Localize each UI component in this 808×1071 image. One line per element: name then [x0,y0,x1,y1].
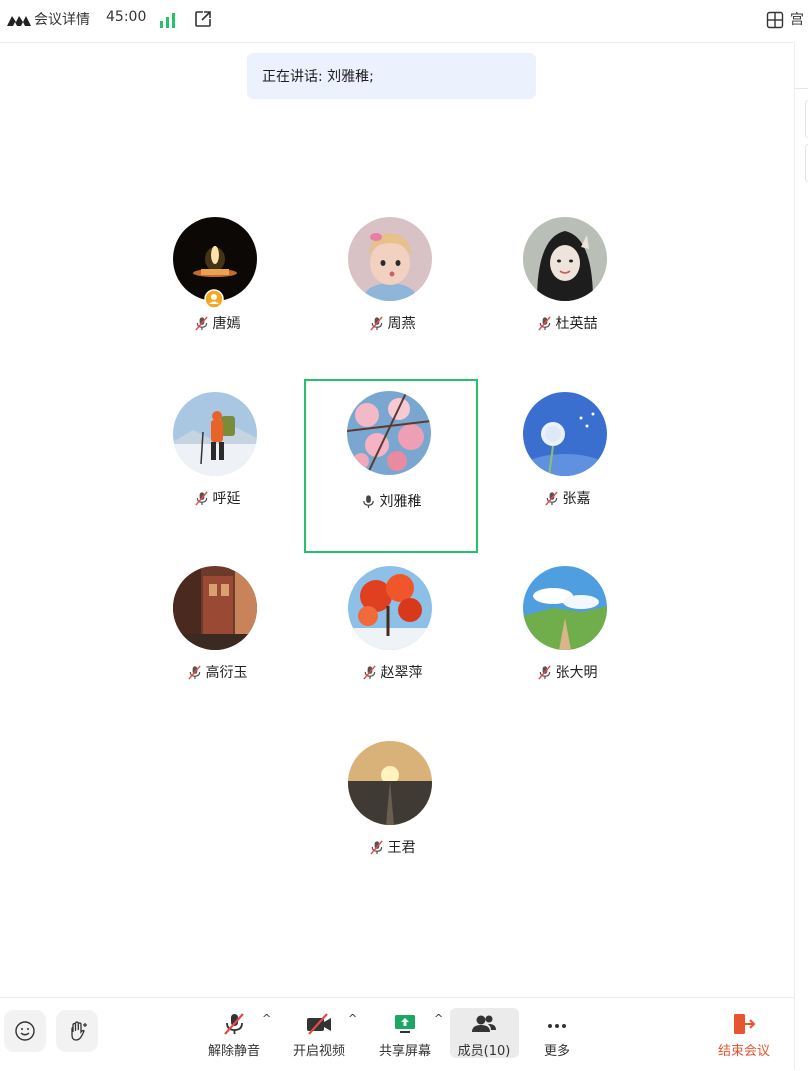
top-bar: 会议详情 45:00 宫 [0,0,808,43]
unmute-label: 解除静音 [207,1044,260,1059]
participant-tile[interactable]: 张大明 [480,528,654,702]
participant-name-text: 王君 [387,840,416,856]
participant-name-text: 高衍玉 [205,665,248,681]
grid-layout-icon[interactable] [766,11,784,29]
participant-tile-active-speaker[interactable]: 刘雅稚 [304,379,478,553]
participant-name: 张大明 [480,662,654,682]
mic-muted-icon [369,840,384,855]
participant-tile[interactable]: 王君 [305,703,479,877]
avatar [347,391,431,475]
raise-hand-icon [71,1021,87,1041]
video-off-icon [307,1013,331,1035]
mic-active-icon [361,494,376,509]
participant-name: 杜英喆 [480,313,654,333]
side-panel-edge [794,42,808,1070]
share-screen-icon [395,1015,415,1033]
share-screen-label: 共享屏幕 [378,1044,431,1059]
emoji-icon [15,1021,35,1041]
participant-name: 王君 [305,837,479,857]
audio-options-caret[interactable]: ^ [262,1012,271,1025]
bottom-toolbar: 解除静音 ^ 开启视频 ^ 共享屏幕 ^ 成员(10) 更多 结束会议 [0,997,794,1071]
signal-strength-icon[interactable] [158,12,176,28]
host-badge-icon [204,289,224,309]
exit-icon [734,1014,756,1034]
participant-name: 唐嫣 [130,313,304,333]
participant-name-text: 杜英喆 [555,316,598,332]
avatar [523,217,607,301]
avatar [173,566,257,650]
participant-name: 张嘉 [480,488,654,508]
mic-muted-icon [194,316,209,331]
participant-tile[interactable]: 高衍玉 [130,528,304,702]
meeting-info-link[interactable]: 会议详情 [34,9,90,29]
members-label: 成员(10) [457,1044,511,1059]
layout-button-label[interactable]: 宫 [790,9,804,29]
app-logo-icon [7,16,31,26]
mic-muted-icon [187,665,202,680]
mic-muted-icon [544,491,559,506]
participant-name-text: 赵翠萍 [380,665,423,681]
side-panel-divider [794,88,808,89]
mic-muted-icon [369,316,384,331]
participant-name-text: 张大明 [555,665,598,681]
participant-tile[interactable]: 唐嫣 [130,179,304,353]
participant-tile[interactable]: 张嘉 [480,354,654,528]
more-label: 更多 [543,1044,570,1059]
avatar [523,392,607,476]
participant-name: 赵翠萍 [305,662,479,682]
end-meeting-label: 结束会议 [717,1044,770,1059]
avatar [348,741,432,825]
meeting-timer: 45:00 [106,9,147,25]
participant-name: 刘雅稚 [304,491,478,511]
mic-muted-icon [224,1013,244,1035]
popout-icon[interactable] [194,10,212,28]
avatar [348,217,432,301]
reaction-button[interactable] [4,1010,46,1052]
start-video-button[interactable]: 开启视频 [291,1012,347,1060]
participant-name-text: 唐嫣 [212,316,241,332]
start-video-label: 开启视频 [292,1044,345,1059]
participant-name: 呼延 [130,488,304,508]
mic-muted-icon [194,491,209,506]
participant-name-text: 呼延 [212,491,241,507]
participant-name-text: 张嘉 [562,491,591,507]
mic-muted-icon [362,665,377,680]
participant-tile[interactable]: 杜英喆 [480,179,654,353]
unmute-button[interactable]: 解除静音 [206,1012,262,1060]
avatar [173,392,257,476]
video-options-caret[interactable]: ^ [348,1012,357,1025]
participant-name-text: 周燕 [387,316,416,332]
members-icon [472,1015,496,1032]
share-screen-button[interactable]: 共享屏幕 [377,1012,433,1060]
participant-name: 高衍玉 [130,662,304,682]
participant-name-text: 刘雅稚 [379,494,422,510]
share-options-caret[interactable]: ^ [434,1012,443,1025]
mic-muted-icon [537,316,552,331]
speaking-text: 正在讲话: 刘雅稚; [262,69,374,85]
end-meeting-button[interactable]: 结束会议 [714,1012,774,1060]
participant-tile[interactable]: 赵翠萍 [305,528,479,702]
more-button[interactable]: 更多 [536,1012,578,1060]
participant-name: 周燕 [305,313,479,333]
members-button[interactable]: 成员(10) [453,1012,515,1060]
more-icon [548,1024,566,1028]
avatar [348,566,432,650]
raise-hand-button[interactable] [56,1010,98,1052]
speaking-banner: 正在讲话: 刘雅稚; [247,53,536,99]
participant-tile[interactable]: 呼延 [130,354,304,528]
mic-muted-icon [537,665,552,680]
avatar [523,566,607,650]
participant-tile[interactable]: 周燕 [305,179,479,353]
